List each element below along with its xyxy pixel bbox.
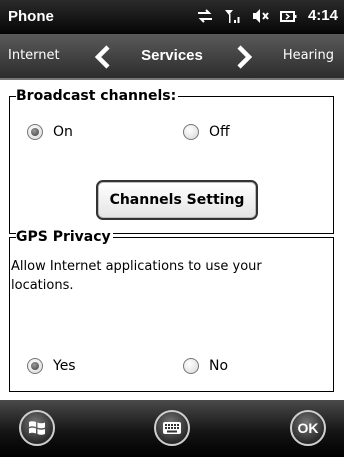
- status-icons: 4:14: [196, 7, 338, 24]
- app-title: Phone: [8, 8, 54, 25]
- speaker-muted-icon: [252, 8, 270, 24]
- data-transfer-icon: [196, 8, 214, 24]
- radio-on-button[interactable]: [27, 124, 43, 140]
- gps-privacy-description: Allow Internet applications to use your …: [11, 259, 262, 293]
- radio-no[interactable]: No: [183, 358, 228, 374]
- radio-on-label: On: [53, 124, 73, 140]
- radio-no-button[interactable]: [183, 358, 199, 374]
- radio-yes-label: Yes: [53, 358, 76, 374]
- chevron-right-icon[interactable]: [233, 44, 255, 70]
- radio-no-label: No: [209, 358, 229, 374]
- radio-yes-button[interactable]: [27, 358, 43, 374]
- clock: 4:14: [307, 7, 338, 24]
- ok-button[interactable]: OK: [290, 410, 326, 446]
- windows-start-icon[interactable]: [19, 410, 55, 446]
- signal-icon: [224, 8, 242, 24]
- broadcast-channels-group: Broadcast channels: On Off Channels Sett…: [9, 88, 334, 234]
- radio-off-label: Off: [209, 124, 230, 140]
- broadcast-channels-label: Broadcast channels:: [16, 88, 179, 104]
- status-bar: Phone 4:14: [0, 0, 344, 34]
- radio-off[interactable]: Off: [183, 124, 230, 140]
- radio-off-button[interactable]: [183, 124, 199, 140]
- keyboard-icon[interactable]: [154, 410, 190, 446]
- settings-content: Broadcast channels: On Off Channels Sett…: [0, 80, 344, 400]
- tab-navigation: Internet Services Hearing: [0, 34, 344, 80]
- gps-privacy-label: GPS Privacy: [16, 229, 113, 245]
- radio-yes[interactable]: Yes: [27, 358, 76, 374]
- battery-icon: [279, 8, 298, 24]
- gps-privacy-group: GPS Privacy Allow Internet applications …: [9, 229, 334, 392]
- radio-on[interactable]: On: [27, 124, 73, 140]
- softkey-bar: OK: [0, 400, 344, 457]
- tab-next[interactable]: Hearing: [283, 48, 334, 63]
- channels-setting-button[interactable]: Channels Setting: [96, 180, 258, 220]
